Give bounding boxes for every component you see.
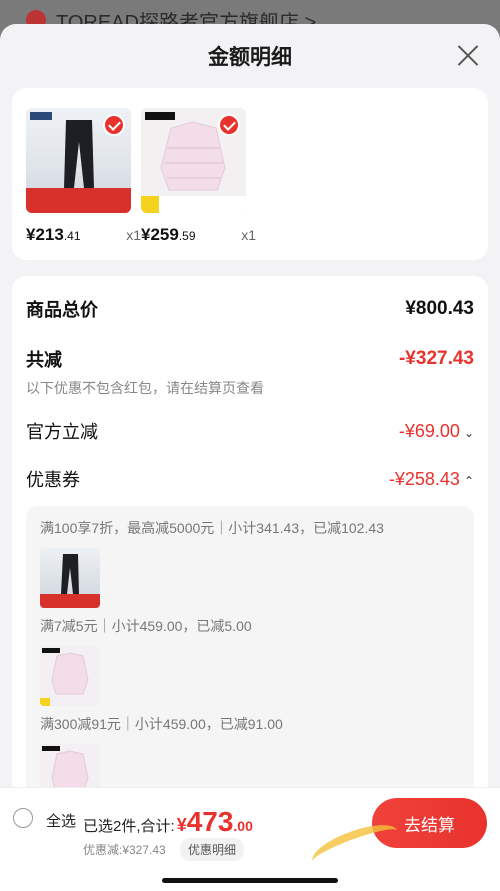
coupon-row[interactable]: 优惠券 -¥258.43 ⌃ [26,466,474,492]
total-label: 商品总价 [26,300,98,320]
total-row: 商品总价 ¥800.43 [26,276,474,322]
discount-detail-button[interactable]: 优惠明细 [180,838,245,861]
reduce-row: 共减 -¥327.43 [26,346,474,372]
selected-prefix: 已选2件,合计: [83,818,175,835]
selected-check-icon [103,114,125,136]
product-item[interactable]: ¥259.59 x1 [141,108,256,260]
product-item[interactable]: ¥213.41 x1 [26,108,141,260]
product-image [141,108,246,213]
jacket-illustration-icon [40,648,89,706]
official-value: -¥69.00 [398,420,460,441]
decoration-swoosh [307,816,403,876]
reduce-value: -¥327.43 [398,348,474,369]
total-currency: ¥ [176,815,187,835]
select-all-radio[interactable] [13,808,33,828]
coupon-rule: 满300减91元｜小计459.00，已减91.00 [40,716,283,732]
product-price: ¥259.59 [141,225,196,244]
coupon-label: 优惠券 [26,470,80,490]
coupon-value: -¥258.43 [388,468,460,489]
total-value: ¥800.43 [405,298,474,319]
sheet-header: 金额明细 [0,24,500,88]
product-qty: x1 [241,227,256,243]
coupon-rule: 满100享7折，最高减5000元｜小计341.43，已减102.43 [40,520,384,536]
select-all-label[interactable]: 全选 [46,810,76,831]
product-image [26,108,131,213]
product-list: ¥213.41 x1 ¥259.59 x1 [12,88,488,260]
close-icon[interactable] [456,43,480,67]
total-decimal: .00 [233,818,253,834]
coupon-product-thumb [40,646,100,706]
coupon-product-thumb [40,548,100,608]
reduce-note: 以下优惠不包含红包，请在结算页查看 [26,380,264,396]
pants-illustration-icon [40,554,100,608]
checkout-bar: 全选 已选2件,合计: ¥ 473 .00 优惠减:¥327.43 优惠明细 去… [0,787,500,891]
product-price: ¥213.41 [26,225,81,244]
amount-detail-sheet: 金额明细 ¥213.41 x1 ¥259.59 x1 商品总价 ¥800.43 … [0,24,500,891]
official-discount-row[interactable]: 官方立减 -¥69.00 ⌄ [26,418,474,444]
price-summary: 商品总价 ¥800.43 共减 -¥327.43 以下优惠不包含红包，请在结算页… [12,276,488,806]
selected-summary: 已选2件,合计: ¥ 473 .00 [83,808,253,836]
selected-check-icon [218,114,240,136]
reduce-label: 共减 [26,350,62,370]
product-qty: x1 [126,227,141,243]
saved-amount: 优惠减:¥327.43 [83,843,166,857]
sheet-title: 金额明细 [208,46,292,69]
home-indicator[interactable] [162,878,338,883]
coupon-detail-box: 满100享7折，最高减5000元｜小计341.43，已减102.43 满7减5元… [26,506,474,806]
coupon-rule: 满7减5元｜小计459.00，已减5.00 [40,618,252,634]
chevron-down-icon: ⌄ [463,425,474,440]
total-amount: 473 [186,806,234,837]
official-label: 官方立减 [26,422,98,442]
chevron-up-icon: ⌃ [463,473,474,488]
